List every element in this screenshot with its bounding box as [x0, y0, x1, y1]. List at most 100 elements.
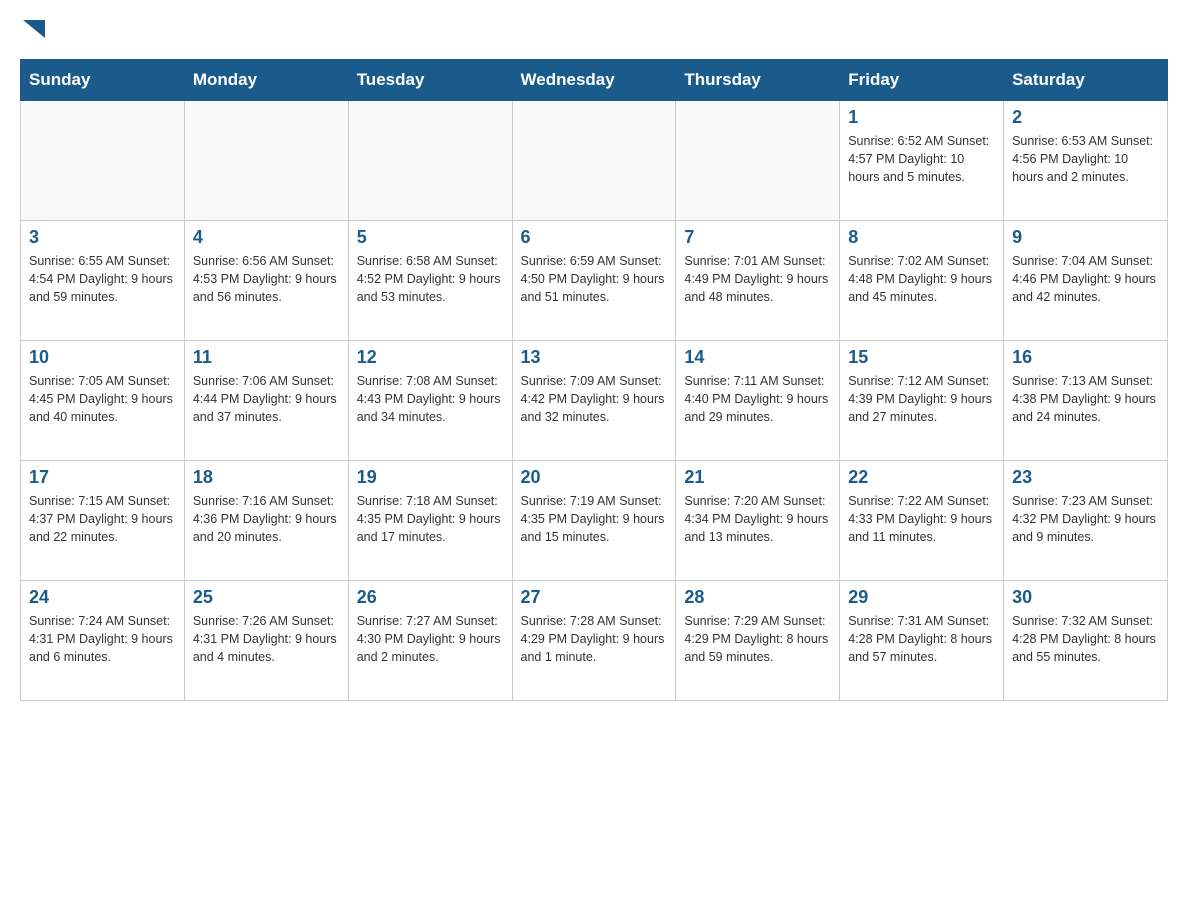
- day-number: 26: [357, 587, 504, 608]
- calendar-cell: 15 Sunrise: 7:12 AM Sunset: 4:39 PM Dayli…: [840, 341, 1004, 461]
- calendar-cell: 25 Sunrise: 7:26 AM Sunset: 4:31 PM Dayli…: [184, 581, 348, 701]
- day-info: Sunrise: 7:08 AM Sunset: 4:43 PM Dayligh…: [357, 372, 504, 426]
- calendar-cell: 4Sunrise: 6:56 AM Sunset: 4:53 PM Daylig…: [184, 221, 348, 341]
- day-number: 24: [29, 587, 176, 608]
- day-info: Sunrise: 7:28 AM Sunset: 4:29 PM Dayligh…: [521, 612, 668, 666]
- day-info: Sunrise: 7:12 AM Sunset: 4:39 PM Dayligh…: [848, 372, 995, 426]
- week-row-4: 17 Sunrise: 7:15 AM Sunset: 4:37 PM Dayli…: [21, 461, 1168, 581]
- calendar-cell: 22Sunrise: 7:22 AM Sunset: 4:33 PM Dayli…: [840, 461, 1004, 581]
- weekday-header-wednesday: Wednesday: [512, 60, 676, 101]
- calendar-cell: 14Sunrise: 7:11 AM Sunset: 4:40 PM Dayli…: [676, 341, 840, 461]
- calendar-cell: 26 Sunrise: 7:27 AM Sunset: 4:30 PM Dayli…: [348, 581, 512, 701]
- week-row-2: 3 Sunrise: 6:55 AM Sunset: 4:54 PM Daylig…: [21, 221, 1168, 341]
- calendar-cell: 21 Sunrise: 7:20 AM Sunset: 4:34 PM Dayli…: [676, 461, 840, 581]
- calendar-cell: 11 Sunrise: 7:06 AM Sunset: 4:44 PM Dayli…: [184, 341, 348, 461]
- day-number: 20: [521, 467, 668, 488]
- calendar-cell: 12 Sunrise: 7:08 AM Sunset: 4:43 PM Dayli…: [348, 341, 512, 461]
- day-info: Sunrise: 6:58 AM Sunset: 4:52 PM Dayligh…: [357, 252, 504, 306]
- day-info: Sunrise: 7:06 AM Sunset: 4:44 PM Dayligh…: [193, 372, 340, 426]
- calendar-cell: 5 Sunrise: 6:58 AM Sunset: 4:52 PM Daylig…: [348, 221, 512, 341]
- day-info: Sunrise: 7:23 AM Sunset: 4:32 PM Dayligh…: [1012, 492, 1159, 546]
- day-info: Sunrise: 7:19 AM Sunset: 4:35 PM Dayligh…: [521, 492, 668, 546]
- logo-arrow-icon: [23, 20, 45, 38]
- day-number: 16: [1012, 347, 1159, 368]
- weekday-header-sunday: Sunday: [21, 60, 185, 101]
- day-number: 4: [193, 227, 340, 248]
- day-info: Sunrise: 7:16 AM Sunset: 4:36 PM Dayligh…: [193, 492, 340, 546]
- day-number: 12: [357, 347, 504, 368]
- day-number: 5: [357, 227, 504, 248]
- day-info: Sunrise: 7:24 AM Sunset: 4:31 PM Dayligh…: [29, 612, 176, 666]
- day-info: Sunrise: 7:31 AM Sunset: 4:28 PM Dayligh…: [848, 612, 995, 666]
- day-info: Sunrise: 7:11 AM Sunset: 4:40 PM Dayligh…: [684, 372, 831, 426]
- weekday-header-monday: Monday: [184, 60, 348, 101]
- day-info: Sunrise: 7:32 AM Sunset: 4:28 PM Dayligh…: [1012, 612, 1159, 666]
- calendar-cell: [21, 101, 185, 221]
- calendar-cell: 2 Sunrise: 6:53 AM Sunset: 4:56 PM Daylig…: [1004, 101, 1168, 221]
- day-info: Sunrise: 7:15 AM Sunset: 4:37 PM Dayligh…: [29, 492, 176, 546]
- calendar-cell: 30 Sunrise: 7:32 AM Sunset: 4:28 PM Dayli…: [1004, 581, 1168, 701]
- calendar-body: 1Sunrise: 6:52 AM Sunset: 4:57 PM Daylig…: [21, 101, 1168, 701]
- day-info: Sunrise: 7:05 AM Sunset: 4:45 PM Dayligh…: [29, 372, 176, 426]
- calendar-cell: 6 Sunrise: 6:59 AM Sunset: 4:50 PM Daylig…: [512, 221, 676, 341]
- day-number: 28: [684, 587, 831, 608]
- calendar-cell: 17 Sunrise: 7:15 AM Sunset: 4:37 PM Dayli…: [21, 461, 185, 581]
- calendar-cell: [348, 101, 512, 221]
- day-info: Sunrise: 6:55 AM Sunset: 4:54 PM Dayligh…: [29, 252, 176, 306]
- calendar-cell: 29 Sunrise: 7:31 AM Sunset: 4:28 PM Dayli…: [840, 581, 1004, 701]
- day-number: 9: [1012, 227, 1159, 248]
- day-number: 2: [1012, 107, 1159, 128]
- calendar-cell: 23 Sunrise: 7:23 AM Sunset: 4:32 PM Dayli…: [1004, 461, 1168, 581]
- day-info: Sunrise: 7:04 AM Sunset: 4:46 PM Dayligh…: [1012, 252, 1159, 306]
- calendar-cell: 9 Sunrise: 7:04 AM Sunset: 4:46 PM Daylig…: [1004, 221, 1168, 341]
- calendar-table: SundayMondayTuesdayWednesdayThursdayFrid…: [20, 59, 1168, 701]
- weekday-header-row: SundayMondayTuesdayWednesdayThursdayFrid…: [21, 60, 1168, 101]
- day-info: Sunrise: 6:53 AM Sunset: 4:56 PM Dayligh…: [1012, 132, 1159, 186]
- day-number: 19: [357, 467, 504, 488]
- calendar-cell: [676, 101, 840, 221]
- day-info: Sunrise: 7:09 AM Sunset: 4:42 PM Dayligh…: [521, 372, 668, 426]
- day-number: 27: [521, 587, 668, 608]
- day-info: Sunrise: 7:02 AM Sunset: 4:48 PM Dayligh…: [848, 252, 995, 306]
- week-row-3: 10 Sunrise: 7:05 AM Sunset: 4:45 PM Dayli…: [21, 341, 1168, 461]
- day-number: 29: [848, 587, 995, 608]
- day-number: 11: [193, 347, 340, 368]
- day-number: 3: [29, 227, 176, 248]
- day-number: 25: [193, 587, 340, 608]
- day-info: Sunrise: 7:22 AM Sunset: 4:33 PM Dayligh…: [848, 492, 995, 546]
- day-number: 30: [1012, 587, 1159, 608]
- calendar-cell: [512, 101, 676, 221]
- day-number: 21: [684, 467, 831, 488]
- calendar-cell: 7 Sunrise: 7:01 AM Sunset: 4:49 PM Daylig…: [676, 221, 840, 341]
- calendar-cell: 1Sunrise: 6:52 AM Sunset: 4:57 PM Daylig…: [840, 101, 1004, 221]
- calendar-header: SundayMondayTuesdayWednesdayThursdayFrid…: [21, 60, 1168, 101]
- day-info: Sunrise: 7:27 AM Sunset: 4:30 PM Dayligh…: [357, 612, 504, 666]
- week-row-5: 24 Sunrise: 7:24 AM Sunset: 4:31 PM Dayli…: [21, 581, 1168, 701]
- calendar-cell: 10 Sunrise: 7:05 AM Sunset: 4:45 PM Dayli…: [21, 341, 185, 461]
- day-number: 7: [684, 227, 831, 248]
- day-info: Sunrise: 6:52 AM Sunset: 4:57 PM Dayligh…: [848, 132, 995, 186]
- day-number: 23: [1012, 467, 1159, 488]
- calendar-cell: 19 Sunrise: 7:18 AM Sunset: 4:35 PM Dayli…: [348, 461, 512, 581]
- calendar-cell: [184, 101, 348, 221]
- calendar-cell: 24 Sunrise: 7:24 AM Sunset: 4:31 PM Dayli…: [21, 581, 185, 701]
- weekday-header-saturday: Saturday: [1004, 60, 1168, 101]
- day-info: Sunrise: 7:01 AM Sunset: 4:49 PM Dayligh…: [684, 252, 831, 306]
- day-info: Sunrise: 7:13 AM Sunset: 4:38 PM Dayligh…: [1012, 372, 1159, 426]
- week-row-1: 1Sunrise: 6:52 AM Sunset: 4:57 PM Daylig…: [21, 101, 1168, 221]
- calendar-cell: 20 Sunrise: 7:19 AM Sunset: 4:35 PM Dayli…: [512, 461, 676, 581]
- logo: [20, 20, 45, 49]
- day-number: 17: [29, 467, 176, 488]
- day-info: Sunrise: 7:18 AM Sunset: 4:35 PM Dayligh…: [357, 492, 504, 546]
- day-info: Sunrise: 7:26 AM Sunset: 4:31 PM Dayligh…: [193, 612, 340, 666]
- page-header: [20, 20, 1168, 49]
- day-number: 10: [29, 347, 176, 368]
- weekday-header-thursday: Thursday: [676, 60, 840, 101]
- day-number: 6: [521, 227, 668, 248]
- day-info: Sunrise: 6:59 AM Sunset: 4:50 PM Dayligh…: [521, 252, 668, 306]
- day-info: Sunrise: 7:20 AM Sunset: 4:34 PM Dayligh…: [684, 492, 831, 546]
- weekday-header-tuesday: Tuesday: [348, 60, 512, 101]
- day-number: 15: [848, 347, 995, 368]
- calendar-cell: 18Sunrise: 7:16 AM Sunset: 4:36 PM Dayli…: [184, 461, 348, 581]
- calendar-cell: 8Sunrise: 7:02 AM Sunset: 4:48 PM Daylig…: [840, 221, 1004, 341]
